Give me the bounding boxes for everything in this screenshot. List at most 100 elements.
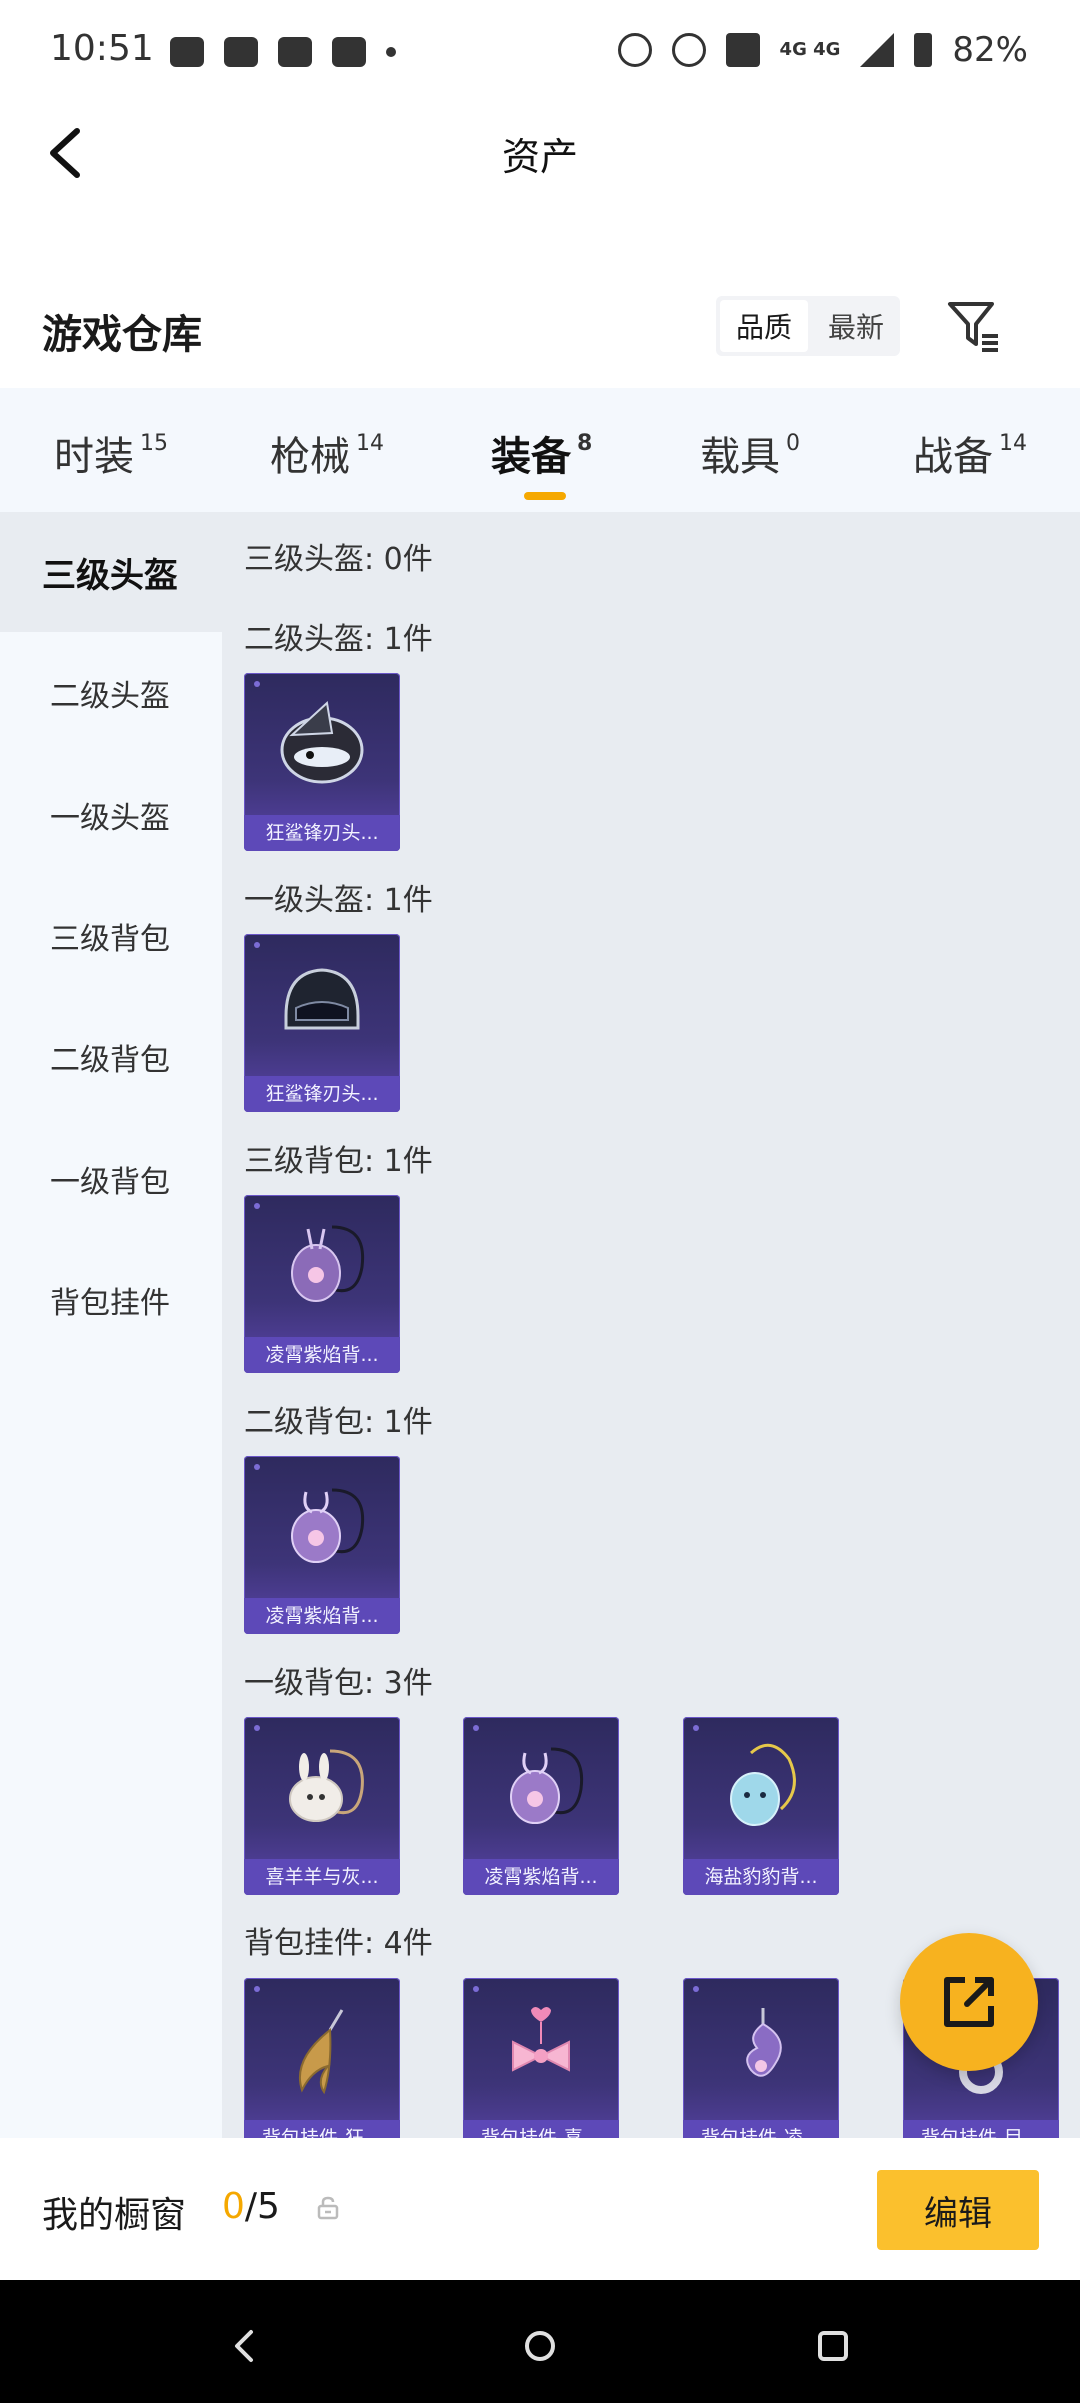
sidebar-item-label: 一级头盔: [50, 801, 170, 836]
item-name: 背包挂件-喜...: [463, 2120, 619, 2138]
mute-icon: [617, 33, 652, 67]
tab-label: 时装: [54, 434, 134, 480]
nav-back-button[interactable]: [214, 2316, 274, 2376]
section-title: 三级背包: 1件: [244, 1144, 433, 1179]
item-name: 背包挂件-凌...: [683, 2120, 839, 2138]
edit-button[interactable]: 编辑: [877, 2170, 1039, 2250]
tab-fashion[interactable]: 时装 15: [54, 424, 168, 482]
card-corner-dot: [693, 1986, 699, 1992]
network-type: 4G 4G: [779, 39, 841, 60]
tab-label: 枪械: [270, 434, 350, 480]
showcase-count: 0/5: [222, 2186, 280, 2227]
battery-level: 82%: [952, 30, 1028, 70]
card-corner-dot: [693, 1725, 699, 1731]
shark-helmet-icon: [280, 701, 364, 784]
showcase-label: 我的橱窗: [42, 2195, 187, 2236]
notification-icons: [170, 34, 396, 70]
card-corner-dot: [254, 1986, 260, 1992]
system-nav-bar: [0, 2280, 1080, 2403]
sidebar-item-helmet-3[interactable]: 三级头盔: [0, 512, 222, 632]
warehouse-title: 游戏仓库: [42, 312, 202, 358]
item-name: 凌霄紫焰背...: [463, 1859, 619, 1895]
tab-equipment[interactable]: 装备 8: [491, 424, 593, 500]
item-list[interactable]: 三级头盔: 0件 二级头盔: 1件 狂鲨锋刃头... 一级头盔: 1件 狂鲨锋刃…: [222, 512, 1080, 2138]
section-title: 二级背包: 1件: [244, 1405, 433, 1440]
card-corner-dot: [254, 942, 260, 948]
tab-count: 8: [577, 430, 593, 456]
fin-charm-icon: [298, 2009, 344, 2095]
warehouse-header: 游戏仓库 品质 最新: [0, 290, 1080, 370]
item-card[interactable]: 狂鲨锋刃头...: [244, 934, 400, 1112]
purple-backpack-icon: [291, 1488, 365, 1563]
helmet-icon: [284, 968, 360, 1030]
section-title: 背包挂件: 4件: [244, 1926, 433, 1961]
nav-home-button[interactable]: [510, 2316, 570, 2376]
card-corner-dot: [254, 1725, 260, 1731]
wechat-icon: [278, 37, 312, 67]
sidebar-item-backpack-charm[interactable]: 背包挂件: [0, 1240, 222, 1360]
tab-guns[interactable]: 枪械 14: [270, 424, 384, 482]
sort-latest[interactable]: 最新: [812, 296, 900, 356]
app-header: 资产: [0, 108, 1080, 198]
share-icon: [944, 1977, 994, 2027]
nav-recents-icon: [818, 2331, 848, 2361]
filter-icon: [948, 302, 998, 352]
bow-charm-icon: [512, 2007, 570, 2072]
showcase-bar: 我的橱窗 0/5 编辑: [0, 2138, 1080, 2280]
sidebar-item-label: 二级头盔: [50, 679, 170, 714]
sidebar-item-backpack-2[interactable]: 二级背包: [0, 997, 222, 1117]
signal-icon: [860, 33, 895, 67]
tab-vehicles[interactable]: 载具 0: [700, 424, 800, 482]
lock-icon: [317, 2196, 339, 2220]
tab-readiness[interactable]: 战备 14: [913, 424, 1027, 482]
item-card[interactable]: 喜羊羊与灰...: [244, 1717, 400, 1895]
item-card[interactable]: 狂鲨锋刃头...: [244, 673, 400, 851]
item-card[interactable]: 凌霄紫焰背...: [244, 1456, 400, 1634]
system-icons: 4G 4G 82%: [617, 30, 1028, 70]
card-corner-dot: [254, 1464, 260, 1470]
item-name: 海盐豹豹背...: [683, 1859, 839, 1895]
sheep-backpack-icon: [289, 1749, 364, 1822]
sidebar-item-helmet-2[interactable]: 二级头盔: [0, 633, 222, 753]
tab-count: 14: [999, 430, 1027, 456]
nav-back-icon: [235, 2330, 253, 2362]
purple-backpack-icon: [510, 1747, 584, 1824]
sort-toggle: 品质 最新: [716, 296, 900, 356]
category-tabs: 时装 15 枪械 14 装备 8 载具 0 战备 14: [0, 388, 1080, 512]
sort-quality[interactable]: 品质: [720, 300, 808, 352]
item-card[interactable]: 背包挂件-狂...: [244, 1978, 400, 2138]
message-icon: [170, 37, 204, 67]
hd-icon: [725, 33, 760, 67]
item-card[interactable]: 凌霄紫焰背...: [244, 1195, 400, 1373]
item-card[interactable]: 凌霄紫焰背...: [463, 1717, 619, 1895]
card-corner-dot: [473, 1725, 479, 1731]
item-name: 背包挂件-狂...: [244, 2120, 400, 2138]
section-title: 一级头盔: 1件: [244, 883, 433, 918]
sidebar-item-backpack-1[interactable]: 一级背包: [0, 1119, 222, 1239]
sidebar-item-label: 一级背包: [50, 1165, 170, 1200]
page-title: 资产: [501, 135, 578, 179]
flame-charm-icon: [746, 2008, 782, 2077]
card-corner-dot: [473, 1986, 479, 1992]
purple-backpack-icon: [291, 1225, 365, 1302]
nav-recents-button[interactable]: [803, 2316, 863, 2376]
item-card[interactable]: 背包挂件-喜...: [463, 1978, 619, 2138]
item-card[interactable]: 海盐豹豹背...: [683, 1717, 839, 1895]
tab-count: 14: [356, 430, 384, 456]
filter-button[interactable]: [946, 298, 1002, 354]
item-name: 狂鲨锋刃头...: [244, 1076, 400, 1112]
tab-label: 载具: [700, 434, 780, 480]
status-time: 10:51: [50, 28, 154, 69]
tab-label: 战备: [913, 434, 993, 480]
status-bar: 10:51 4G 4G 82%: [0, 0, 1080, 108]
tab-count: 15: [140, 430, 168, 456]
wechat-icon: [332, 37, 366, 67]
battery-icon: [914, 33, 933, 67]
item-card[interactable]: 背包挂件-凌...: [683, 1978, 839, 2138]
section-title: 一级背包: 3件: [244, 1666, 433, 1701]
section-title: 二级头盔: 1件: [244, 622, 433, 657]
sidebar-item-label: 二级背包: [50, 1043, 170, 1078]
sidebar-item-backpack-3[interactable]: 三级背包: [0, 876, 222, 996]
sidebar-item-helmet-1[interactable]: 一级头盔: [0, 755, 222, 875]
share-button[interactable]: [900, 1933, 1038, 2071]
